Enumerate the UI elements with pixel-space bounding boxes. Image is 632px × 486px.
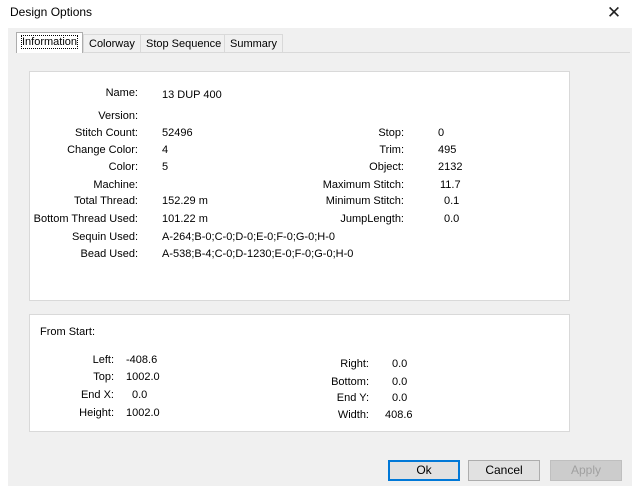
title-bar: Design Options ✕: [0, 0, 632, 28]
apply-button[interactable]: Apply: [550, 460, 622, 481]
color-label: Color:: [108, 161, 138, 173]
tab-label: Stop Sequence: [146, 38, 222, 50]
cancel-button[interactable]: Cancel: [468, 460, 540, 481]
end-y-label: End Y:: [336, 392, 369, 404]
change-color-value: 4: [162, 144, 169, 156]
window-title: Design Options: [10, 5, 93, 19]
min-stitch-value: 0.1: [444, 195, 460, 207]
bottom-thread-label: Bottom Thread Used:: [33, 213, 138, 225]
bead-label: Bead Used:: [80, 248, 138, 260]
end-y-value: 0.0: [392, 392, 408, 404]
stitch-count-label: Stitch Count:: [75, 127, 138, 139]
height-value: 1002.0: [126, 407, 160, 419]
object-value: 2132: [438, 161, 463, 173]
tab-information[interactable]: Information: [16, 32, 84, 53]
height-label: Height:: [79, 407, 114, 419]
jump-length-value: 0.0: [444, 213, 460, 225]
bottom-thread-value: 101.22 m: [162, 213, 208, 225]
trim-value: 495: [438, 144, 457, 156]
sequin-value: A-264;B-0;C-0;D-0;E-0;F-0;G-0;H-0: [162, 231, 335, 243]
tab-colorway[interactable]: Colorway: [83, 34, 141, 52]
total-thread-value: 152.29 m: [162, 195, 208, 207]
right-label: Right:: [340, 358, 369, 370]
bead-value: A-538;B-4;C-0;D-1230;E-0;F-0;G-0;H-0: [162, 248, 354, 260]
trim-label: Trim:: [379, 144, 404, 156]
top-label: Top:: [93, 371, 114, 383]
stop-label: Stop:: [378, 127, 404, 139]
tab-label: Colorway: [89, 38, 135, 50]
jump-length-label: JumpLength:: [340, 213, 404, 225]
name-value: 13 DUP 400: [162, 89, 222, 101]
tab-summary[interactable]: Summary: [224, 34, 284, 52]
window-frame: [0, 28, 8, 486]
from-start-panel: From Start: Left: -408.6 Top: 1002.0 End…: [29, 314, 570, 432]
end-x-label: End X:: [80, 389, 114, 401]
tab-label: Summary: [230, 38, 278, 50]
from-start-heading: From Start:: [40, 326, 96, 338]
information-panel: Name: 13 DUP 400 Version: Stitch Count: …: [29, 71, 570, 301]
width-value: 408.6: [385, 409, 413, 421]
change-color-label: Change Color:: [67, 144, 138, 156]
bottom-label: Bottom:: [331, 376, 369, 388]
left-value: -408.6: [126, 354, 158, 366]
end-x-value: 0.0: [132, 389, 148, 401]
tab-stop-sequence[interactable]: Stop Sequence: [140, 34, 228, 52]
max-stitch-value: 11.7: [440, 179, 461, 191]
total-thread-label: Total Thread:: [73, 195, 138, 207]
stitch-count-value: 52496: [162, 127, 193, 139]
top-value: 1002.0: [126, 371, 160, 383]
max-stitch-label: Maximum Stitch:: [322, 179, 404, 191]
left-label: Left:: [92, 354, 114, 366]
width-label: Width:: [337, 409, 369, 421]
object-label: Object:: [369, 161, 404, 173]
stop-value: 0: [438, 127, 445, 139]
sequin-label: Sequin Used:: [71, 231, 138, 243]
bottom-value: 0.0: [392, 376, 408, 388]
min-stitch-label: Minimum Stitch:: [325, 195, 404, 207]
machine-label: Machine:: [93, 179, 138, 191]
close-icon[interactable]: ✕: [602, 2, 626, 24]
right-value: 0.0: [392, 358, 408, 370]
color-value: 5: [162, 161, 169, 173]
ok-button[interactable]: Ok: [388, 460, 460, 481]
name-label: Name:: [105, 87, 138, 99]
tab-label: Information: [20, 35, 79, 49]
version-label: Version:: [98, 110, 138, 122]
